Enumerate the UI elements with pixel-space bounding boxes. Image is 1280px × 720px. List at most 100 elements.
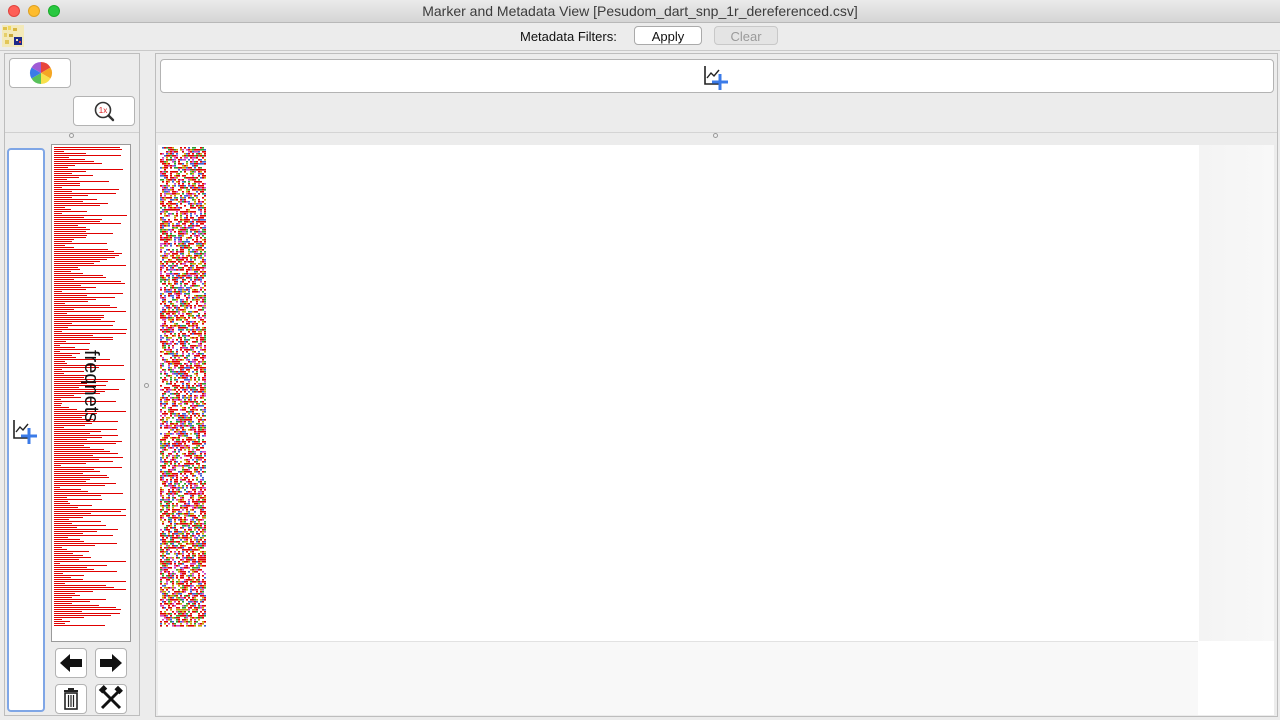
genotype-cell [202,597,204,599]
genotype-cell [194,155,196,157]
genotype-cell [182,259,184,261]
genotype-cell [174,291,176,293]
genotype-cell [164,439,166,441]
genotype-cell [176,223,178,225]
genotype-cell [164,239,166,241]
genotype-cell [184,441,186,443]
marker-matrix-canvas[interactable] [158,145,1198,641]
genotype-cell [192,187,194,189]
genotype-cell [166,223,168,225]
genotype-cell [198,277,200,279]
genotype-cell [180,563,182,565]
genotype-cell [186,509,188,511]
genotype-cell [172,587,174,589]
genotype-cell [190,581,192,583]
genotype-cell [168,499,170,501]
genotype-cell [166,203,168,205]
genotype-cell [162,615,164,617]
genotype-cell [200,409,202,411]
genotype-cell [180,245,182,247]
genotype-cell [170,371,172,373]
panel-splitter[interactable] [140,53,154,716]
genotype-cell [166,461,168,463]
genotype-cell [184,579,186,581]
splitter-handle[interactable] [144,383,149,388]
color-scheme-button[interactable] [9,58,71,88]
genotype-cell [178,361,180,363]
genotype-cell [200,599,202,601]
genotype-cell [176,149,178,151]
genotype-cell [186,255,188,257]
genotype-cell [204,337,206,339]
genotype-cell [190,437,192,439]
genotype-cell [188,371,190,373]
genotype-cell [178,509,180,511]
genotype-cell [196,195,198,197]
genotype-cell [166,423,168,425]
genotype-cell [196,189,198,191]
genotype-cell [194,289,196,291]
genotype-cell [182,247,184,249]
frequency-bar [54,219,102,220]
genotype-cell [166,625,168,627]
genotype-cell [204,555,206,557]
genotype-cell [186,287,188,289]
genotype-cell [188,469,190,471]
genotype-cell [170,199,172,201]
genotype-cell [176,473,178,475]
genotype-cell [168,465,170,467]
genotype-cell [200,525,202,527]
genotype-cell [188,275,190,277]
genotype-cell [184,619,186,621]
genotype-cell [184,479,186,481]
genotype-cell [174,587,176,589]
genotype-cell [166,261,168,263]
genotype-cell [168,181,170,183]
genotype-cell [176,279,178,281]
genotype-cell [166,545,168,547]
genotype-cell [196,241,198,243]
genotype-cell [196,423,198,425]
genotype-cell [194,529,196,531]
delete-button[interactable] [55,684,87,714]
add-row-chart-panel[interactable] [7,148,45,712]
genotype-cell [170,243,172,245]
genotype-cell [172,227,174,229]
frequency-bar [54,319,101,320]
genotype-cell [160,223,162,225]
next-button[interactable] [95,648,127,678]
genotype-cell [190,523,192,525]
genotype-cell [192,147,194,149]
genotype-cell [204,233,206,235]
genotype-cell [174,355,176,357]
frequency-summary-plot[interactable]: freqnets [51,144,131,642]
previous-button[interactable] [55,648,87,678]
genotype-cell [188,179,190,181]
genotype-cell [192,321,194,323]
genotype-cell [170,573,172,575]
add-column-chart-panel[interactable] [160,59,1274,93]
genotype-cell [188,245,190,247]
genotype-cell [184,565,186,567]
clear-filters-button[interactable]: Clear [714,26,778,45]
genotype-cell [162,437,164,439]
genotype-cell [164,447,166,449]
genotype-cell [194,171,196,173]
marker-canvas-area[interactable] [158,145,1274,715]
genotype-cell [204,367,206,369]
left-panel-resize-handle[interactable] [69,133,74,138]
genotype-cell [164,335,166,337]
genotype-cell [186,493,188,495]
zoom-button[interactable]: 1x [73,96,135,126]
tools-button[interactable] [95,684,127,714]
genotype-cell [180,319,182,321]
apply-filters-button[interactable]: Apply [634,26,702,45]
genotype-cell [184,529,186,531]
main-panel-resize-handle[interactable] [713,133,718,138]
genotype-cell [190,149,192,151]
genotype-cell [188,527,190,529]
genotype-cell [178,579,180,581]
frequency-bar [54,339,113,340]
genotype-cell [176,379,178,381]
genotype-cell [176,617,178,619]
